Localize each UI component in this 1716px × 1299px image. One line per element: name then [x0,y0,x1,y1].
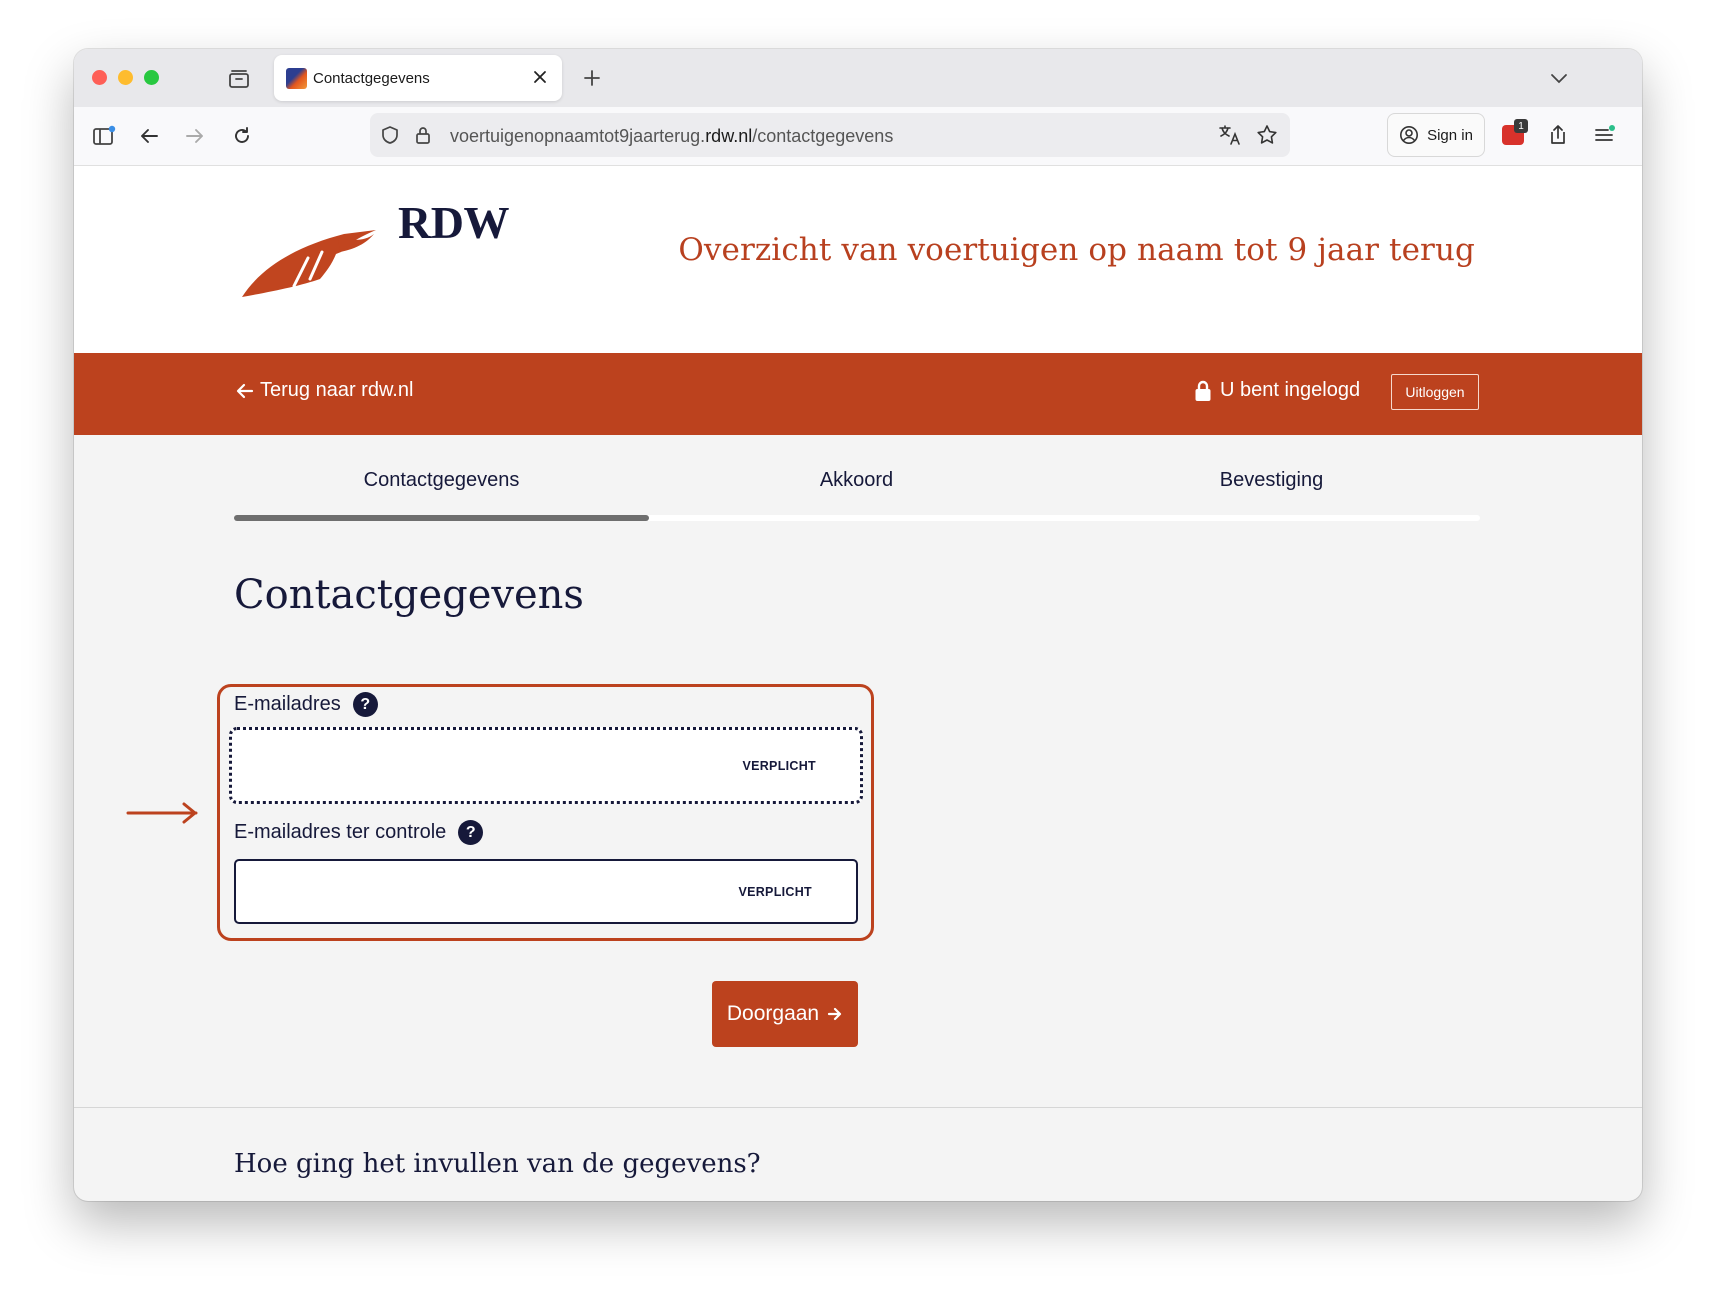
step-akkoord: Akkoord [819,469,894,491]
email-label-text: E-mailadres [234,693,341,715]
chevron-down-icon[interactable] [1546,65,1572,91]
rdw-favicon-icon [286,68,307,89]
address-bar[interactable]: voertuigenopnaamtot9jaarterug.rdw.nl/con… [370,113,1290,157]
menu-icon[interactable] [1590,121,1618,149]
reload-icon[interactable] [229,123,255,149]
login-status: U bent ingelogd [1194,379,1360,402]
url-host: rdw.nl [705,126,753,146]
translate-icon[interactable] [1217,123,1243,147]
zoom-window-button[interactable] [144,70,159,85]
extension-badge: 1 [1514,119,1528,133]
email-confirm-label-text: E-mailadres ter controle [234,821,447,843]
step-bevestiging: Bevestiging [1219,469,1324,491]
share-icon[interactable] [1544,121,1572,149]
browser-window: Contactgegevens voertuigenopnaamtot9jaar… [74,49,1642,1201]
extension-icon[interactable]: 1 [1498,117,1532,151]
rdw-logo-icon[interactable] [240,224,378,300]
minimize-window-button[interactable] [118,70,133,85]
tab-bar: Contactgegevens [74,49,1642,107]
account-icon [1400,126,1419,144]
url-path: /contactgegevens [752,126,894,146]
arrow-right-icon [828,1007,842,1021]
url-text[interactable]: voertuigenopnaamtot9jaarterug.rdw.nl/con… [450,126,893,147]
progress-steps: Contactgegevens Akkoord Bevestiging [234,469,1480,529]
site-header: RDW Overzicht van voertuigen op naam tot… [74,166,1642,353]
section-divider [74,1107,1642,1108]
nav-bar: Terug naar rdw.nl U bent ingelogd Uitlog… [74,353,1642,435]
close-tab-icon[interactable] [528,65,552,89]
feedback-title: Hoe ging het invullen van de gegevens? [234,1149,761,1179]
email-confirm-help-icon[interactable]: ? [458,820,484,845]
sidebar-icon[interactable] [90,123,118,149]
browser-toolbar: voertuigenopnaamtot9jaarterug.rdw.nl/con… [74,107,1642,166]
sign-in-button[interactable]: Sign in [1387,113,1485,157]
progress-fill [234,515,649,521]
email-label: E-mailadres ? [234,692,378,717]
doorgaan-label: Doorgaan [726,1002,820,1025]
shield-icon[interactable] [378,123,402,147]
email-required-tag: VERPLICHT [742,758,816,773]
annotation-arrow-icon [126,802,198,824]
new-tab-icon[interactable] [579,65,605,91]
tab-manager-icon[interactable] [226,66,252,92]
back-arrow-icon[interactable] [136,123,162,149]
email-confirm-field[interactable]: VERPLICHT [234,859,858,924]
close-window-button[interactable] [92,70,107,85]
sign-in-label: Sign in [1427,126,1473,144]
site-title: Overzicht van voertuigen op naam tot 9 j… [678,232,1475,268]
tab-contactgegevens[interactable]: Contactgegevens [274,55,562,101]
tab-title: Contactgegevens [313,70,430,87]
email-confirm-required-tag: VERPLICHT [738,884,812,899]
forward-arrow-icon[interactable] [182,123,208,149]
email-confirm-label: E-mailadres ter controle ? [234,820,484,845]
email-help-icon[interactable]: ? [352,692,378,717]
email-field[interactable]: VERPLICHT [229,727,863,804]
login-status-text: U bent ingelogd [1220,379,1361,401]
lock-icon[interactable] [412,123,434,147]
back-link-label: Terug naar rdw.nl [260,379,414,401]
arrow-left-icon [236,383,254,398]
page-title: Contactgegevens [234,572,584,618]
step-contactgegevens: Contactgegevens [363,469,520,491]
url-subdomain: voertuigenopnaamtot9jaarterug. [450,126,706,146]
back-to-rdw-link[interactable]: Terug naar rdw.nl [236,379,413,402]
rdw-logo-text: RDW [398,197,509,248]
logout-button[interactable]: Uitloggen [1391,374,1479,410]
doorgaan-button[interactable]: Doorgaan [712,981,858,1047]
bookmark-star-icon[interactable] [1254,123,1280,147]
padlock-icon [1195,380,1211,401]
